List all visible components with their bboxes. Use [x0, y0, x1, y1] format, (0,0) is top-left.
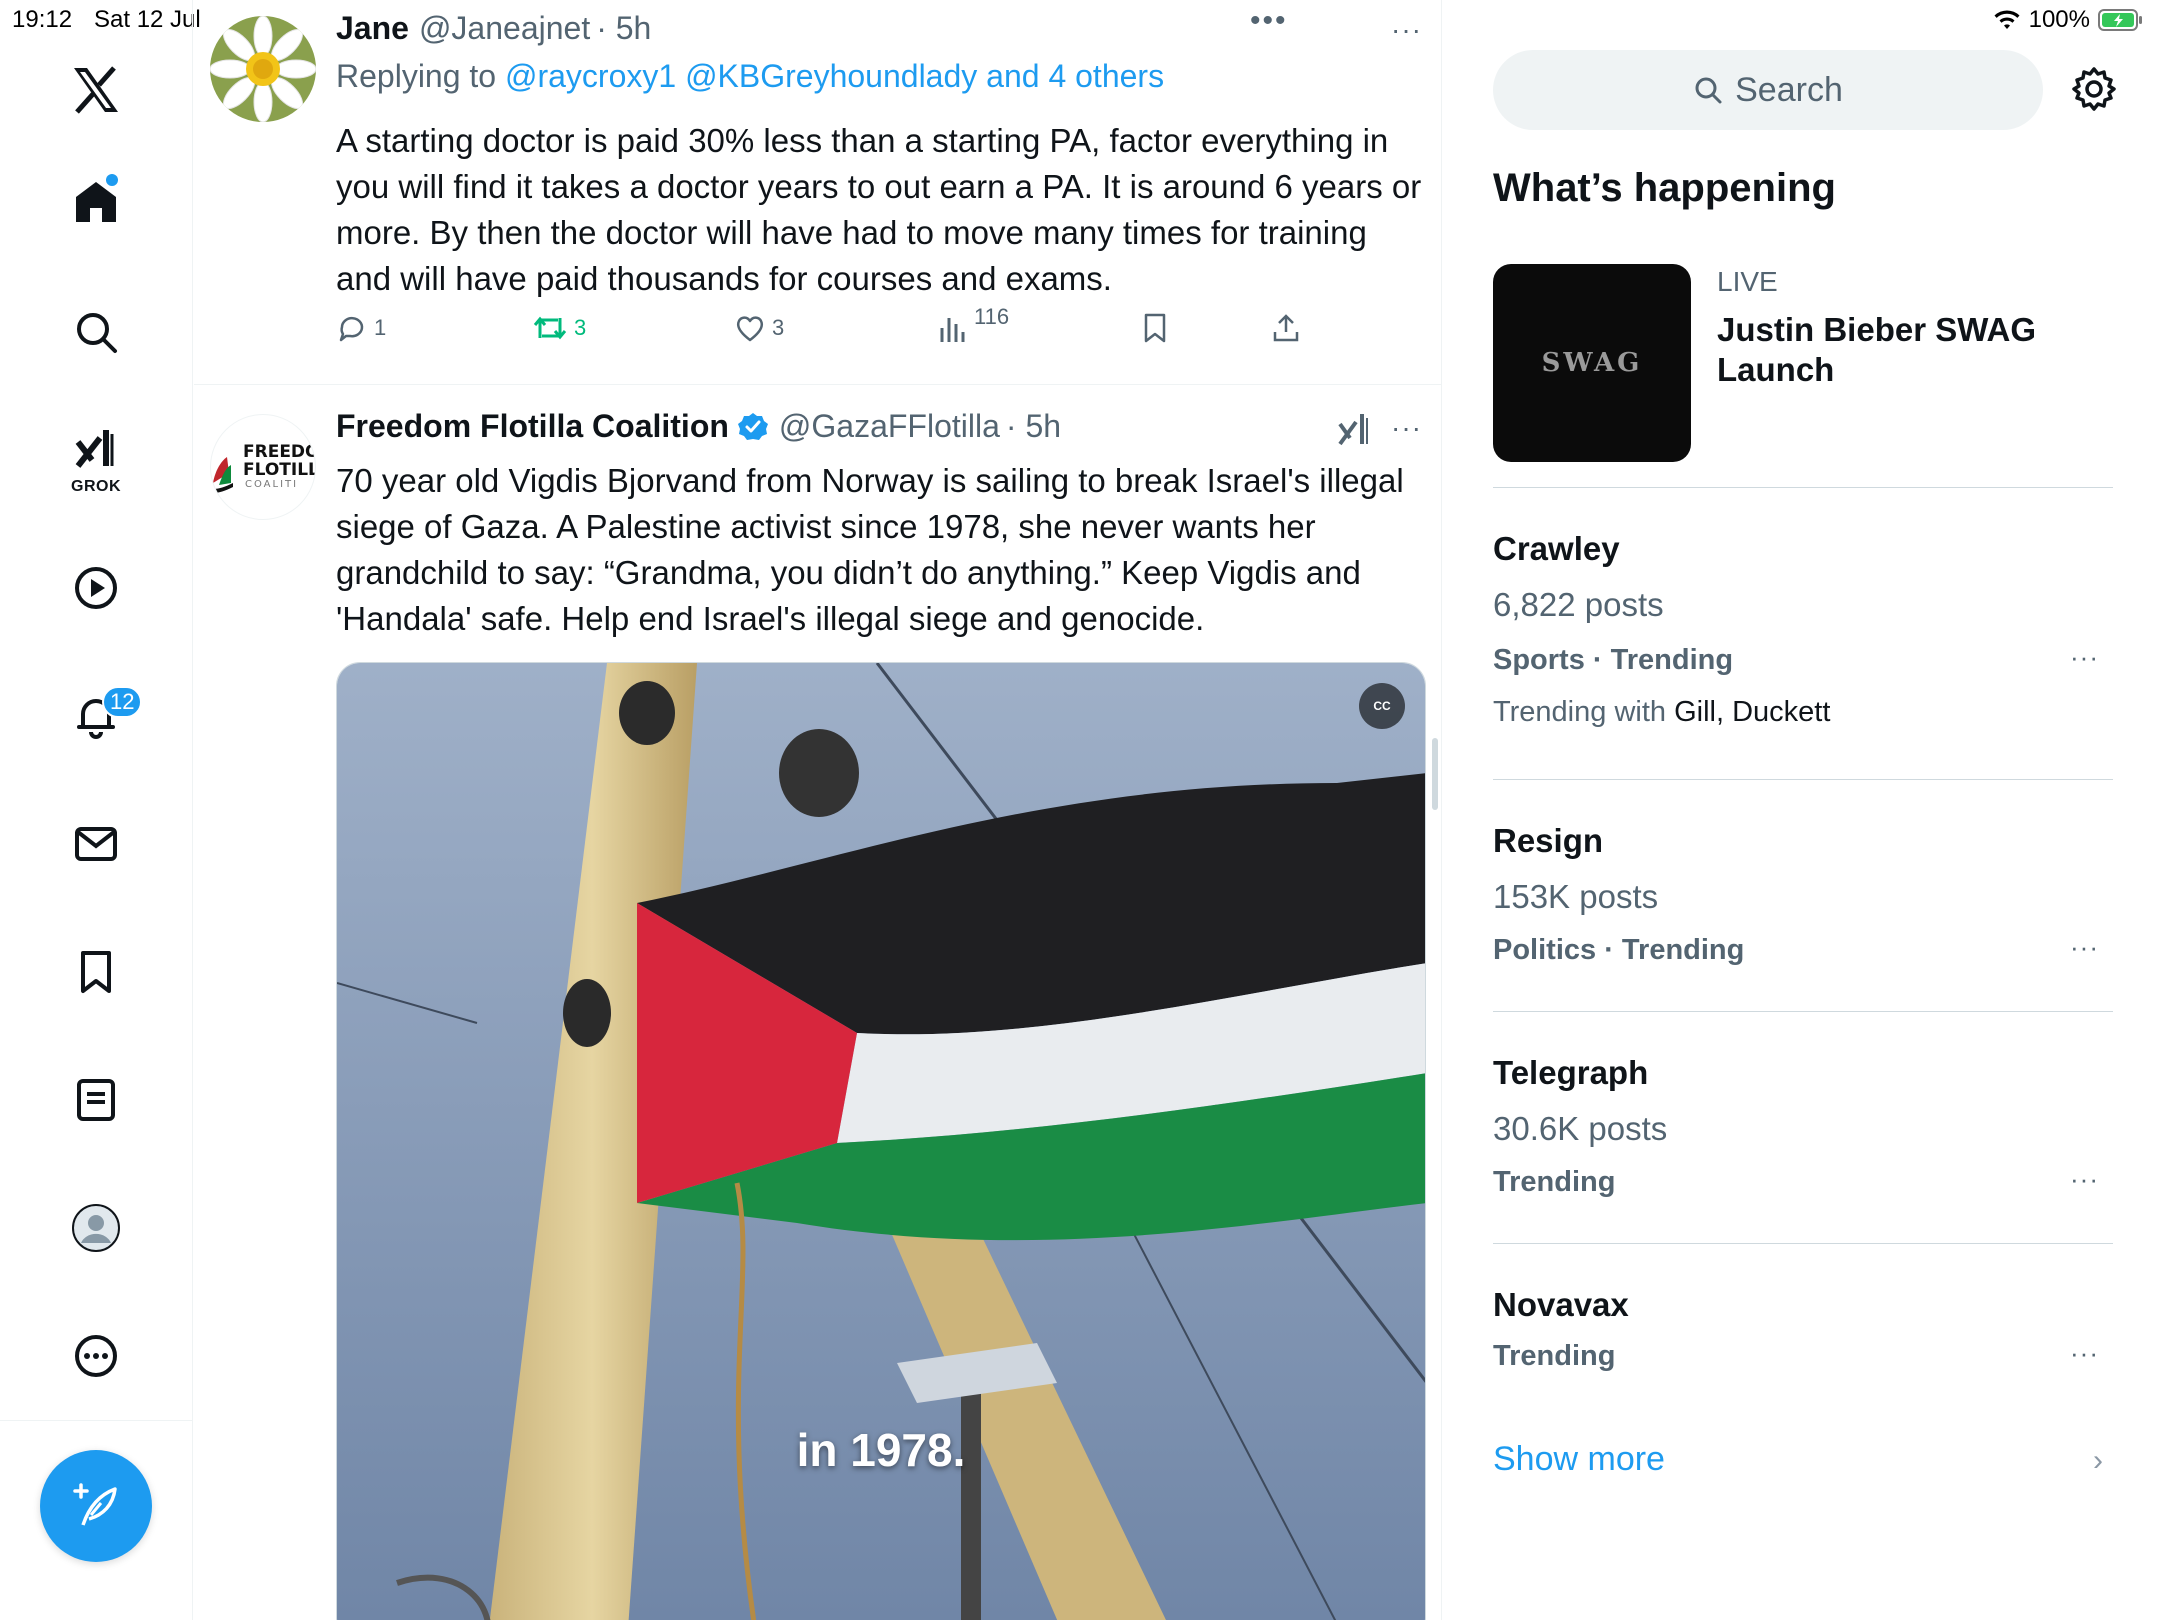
- repost-icon: [533, 316, 567, 340]
- daisy-avatar-image: [210, 16, 316, 122]
- bookmarks-icon[interactable]: [70, 946, 122, 998]
- views-count: 116: [974, 304, 1010, 329]
- tweet-text: A starting doctor is paid 30% less than …: [336, 122, 1422, 297]
- author-handle[interactable]: @GazaFFlotilla: [779, 408, 1000, 445]
- trend-related-prefix: Trending with: [1493, 696, 1675, 728]
- trend-related: Trending with Gill, Duckett: [1493, 696, 1830, 729]
- trend-more-icon[interactable]: ···: [2070, 642, 2099, 673]
- replying-prefix: Replying to: [336, 58, 505, 94]
- verified-badge-icon: [737, 412, 768, 440]
- bookmark-button[interactable]: [1140, 312, 1170, 344]
- views-chart-icon: [940, 318, 965, 342]
- live-thumbnail: SWAG: [1493, 264, 1691, 462]
- trend-name: Telegraph: [1493, 1054, 1649, 1091]
- like-count: 3: [772, 315, 785, 340]
- trend-related-names[interactable]: Gill, Duckett: [1674, 696, 1830, 728]
- lists-icon[interactable]: [70, 1074, 122, 1126]
- live-title: Justin Bieber SWAG Launch: [1717, 311, 2037, 388]
- freedom-flotilla-logo: FREEDO FLOTILL COALITI: [213, 442, 316, 493]
- trend-category: Trending: [1493, 1340, 1616, 1372]
- heart-icon: [736, 316, 764, 342]
- tweet-text: 70 year old Vigdis Bjorvand from Norway …: [336, 462, 1404, 637]
- svg-text:FLOTILL: FLOTILL: [243, 460, 316, 480]
- live-label: LIVE: [1717, 266, 1778, 297]
- home-notification-dot: [106, 174, 118, 186]
- trend-category: Politics · Trending: [1493, 934, 1745, 966]
- search-icon[interactable]: [70, 306, 122, 358]
- live-event-card[interactable]: SWAG LIVE Justin Bieber SWAG Launch: [1493, 264, 2113, 488]
- search-icon: [1695, 77, 1722, 104]
- section-title: What’s happening: [1493, 166, 1836, 210]
- trend-name: Resign: [1493, 822, 1604, 859]
- reply-button[interactable]: 1: [336, 312, 386, 344]
- compose-feather-icon: [73, 1483, 117, 1526]
- right-sidebar: Search What’s happening SWAG LIVE Justin…: [1443, 0, 2160, 1620]
- trend-item[interactable]: Resign 153K posts Politics · Trending ··…: [1493, 816, 2113, 1012]
- settings-gear-icon[interactable]: [2071, 66, 2117, 117]
- search-input[interactable]: Search: [1493, 50, 2043, 130]
- scrollbar-handle[interactable]: [1432, 738, 1438, 810]
- trend-post-count: 153K posts: [1493, 878, 1659, 915]
- svg-text:COALITI: COALITI: [245, 479, 298, 490]
- views-button[interactable]: 116: [938, 304, 1009, 344]
- bookmark-icon: [1144, 313, 1166, 343]
- search-placeholder: Search: [1735, 70, 1843, 109]
- replying-to: Replying to @raycroxy1 @KBGreyhoundlady …: [336, 58, 1164, 95]
- trend-name: Novavax: [1493, 1286, 1629, 1323]
- notifications-badge: 12: [102, 686, 143, 718]
- chevron-right-icon[interactable]: ›: [2093, 1444, 2103, 1478]
- tweet-header: Jane @Janeajnet · 5h: [336, 10, 651, 47]
- compose-post-button[interactable]: [40, 1450, 152, 1562]
- trend-category: Trending: [1493, 1166, 1616, 1198]
- tweet-header: Freedom Flotilla Coalition @GazaFFlotill…: [336, 408, 1061, 445]
- trend-category: Sports · Trending: [1493, 644, 1734, 676]
- x-logo-icon[interactable]: [70, 64, 122, 116]
- video-icon[interactable]: [70, 562, 122, 614]
- reply-icon: [339, 316, 364, 342]
- more-options-icon[interactable]: ···: [1391, 412, 1422, 444]
- like-button[interactable]: 3: [734, 312, 784, 344]
- timeline[interactable]: ••• Jane @Janeajnet · 5h ··· Replying to…: [194, 0, 1442, 1620]
- video-caption: in 1978.: [796, 1424, 966, 1476]
- trend-more-icon[interactable]: ···: [2070, 932, 2099, 963]
- trend-post-count: 30.6K posts: [1493, 1110, 1668, 1147]
- author-name[interactable]: Freedom Flotilla Coalition: [336, 408, 729, 445]
- trend-post-count: 6,822 posts: [1493, 586, 1664, 623]
- grok-label: GROK: [71, 478, 121, 495]
- trend-more-icon[interactable]: ···: [2070, 1164, 2099, 1195]
- trend-item[interactable]: Telegraph 30.6K posts Trending ···: [1493, 1048, 2113, 1244]
- avatar[interactable]: [210, 16, 316, 122]
- repost-button[interactable]: 3: [532, 312, 586, 344]
- author-name[interactable]: Jane: [336, 10, 409, 47]
- repost-count: 3: [574, 315, 587, 340]
- post-time: · 5h: [1005, 408, 1062, 444]
- trend-item[interactable]: Crawley 6,822 posts Sports · Trending ··…: [1493, 524, 2113, 780]
- reply-count: 1: [374, 315, 387, 340]
- live-thumbnail-text: SWAG: [1541, 348, 1643, 378]
- share-icon: [1273, 314, 1299, 342]
- svg-text:FREEDO: FREEDO: [243, 442, 316, 462]
- tweet-freedom-flotilla[interactable]: FREEDO FLOTILL COALITI Freedom Flotilla …: [194, 386, 1441, 1620]
- more-options-icon[interactable]: ···: [1391, 14, 1422, 46]
- grok-icon[interactable]: [70, 424, 122, 476]
- left-navigation: GROK 12: [0, 0, 193, 1620]
- show-more-link[interactable]: Show more: [1493, 1440, 1665, 1479]
- tweet-jane[interactable]: Jane @Janeajnet · 5h ··· Replying to @ra…: [194, 0, 1441, 385]
- video-media[interactable]: CC in 1978.: [336, 662, 1426, 1620]
- author-handle[interactable]: @Janeajnet: [419, 10, 590, 47]
- tweet-actions: 1 3 3 116: [336, 304, 1336, 362]
- nav-divider: [0, 1420, 193, 1421]
- trend-item[interactable]: Novavax Trending ···: [1493, 1280, 2113, 1420]
- messages-icon[interactable]: [70, 818, 122, 870]
- share-button[interactable]: [1270, 312, 1302, 344]
- post-time: · 5h: [596, 10, 652, 46]
- more-icon[interactable]: [70, 1330, 122, 1382]
- replying-to-links[interactable]: @raycroxy1 @KBGreyhoundlady and 4 others: [505, 58, 1164, 94]
- trend-name: Crawley: [1493, 530, 1620, 567]
- closed-captions-icon[interactable]: CC: [1359, 683, 1405, 729]
- grok-explain-icon[interactable]: [1336, 412, 1372, 453]
- profile-icon[interactable]: [70, 1202, 122, 1254]
- avatar[interactable]: FREEDO FLOTILL COALITI: [210, 414, 316, 520]
- trend-more-icon[interactable]: ···: [2070, 1338, 2099, 1369]
